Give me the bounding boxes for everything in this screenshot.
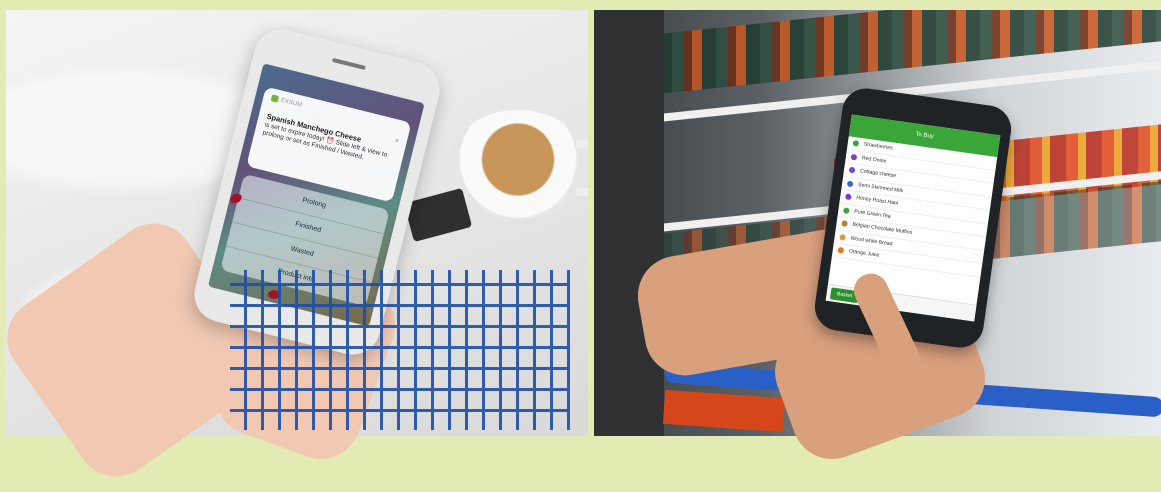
- item-color-dot: [837, 246, 845, 254]
- list-item-label: Strawberries: [863, 141, 894, 152]
- list-item-label: Cottage cheese: [859, 168, 897, 180]
- coffee-cup: [448, 110, 588, 220]
- coffee-cup-handle: [576, 140, 588, 196]
- wallet: [403, 187, 473, 243]
- shopping-list: Strawberries Red Onion Cottage cheese Se…: [831, 136, 998, 278]
- list-item-label: Honey Roast Ham: [855, 194, 899, 207]
- person-torso: [594, 10, 664, 436]
- list-item-label: Orange Juice: [848, 248, 880, 259]
- list-item-label: Wood white Bread: [850, 235, 893, 247]
- item-color-dot: [841, 220, 848, 227]
- item-color-dot: [839, 233, 847, 241]
- phone-right: To Buy Strawberries Red Onion Cottage ch…: [811, 85, 1015, 351]
- item-color-dot: [848, 166, 856, 174]
- shopping-app-screen: To Buy Strawberries Red Onion Cottage ch…: [825, 114, 1001, 322]
- shelf-products: [614, 10, 1161, 99]
- list-item-label: Pure Green Tea: [853, 208, 891, 220]
- item-color-dot: [846, 180, 854, 187]
- shopping-cart: [230, 270, 570, 430]
- list-item-label: Semi Skimmed Milk: [857, 181, 904, 194]
- phone-speaker: [331, 57, 366, 70]
- item-color-dot: [852, 139, 860, 147]
- close-icon[interactable]: ×: [394, 137, 400, 145]
- item-color-dot: [844, 193, 852, 201]
- app-icon: [270, 94, 280, 103]
- notification-header: EXSUM: [270, 94, 303, 109]
- item-color-dot: [850, 153, 858, 161]
- list-item-label: Red Onion: [861, 154, 887, 165]
- item-color-dot: [843, 206, 850, 214]
- notification-app-name: EXSUM: [280, 97, 303, 109]
